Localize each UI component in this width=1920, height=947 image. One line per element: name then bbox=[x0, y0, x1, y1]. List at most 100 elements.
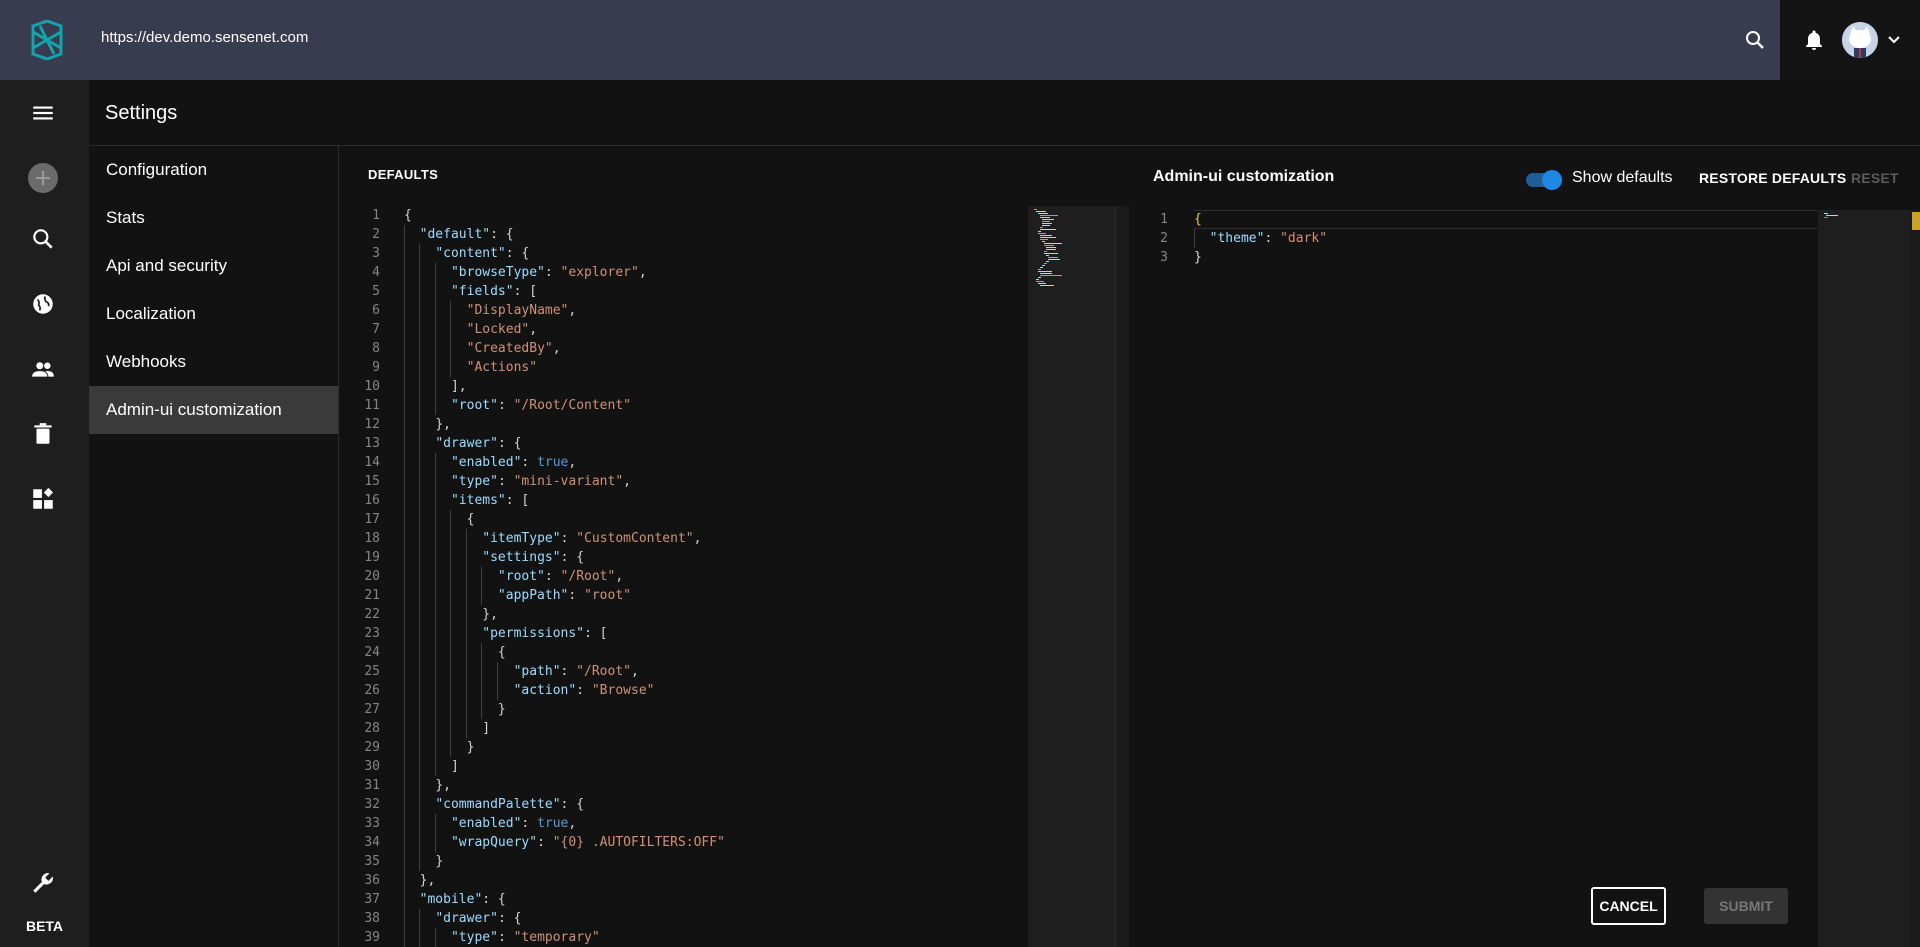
code-line: "Actions" bbox=[404, 358, 725, 377]
code-line: "itemType": "CustomContent", bbox=[404, 529, 725, 548]
bell-icon[interactable] bbox=[1802, 28, 1826, 52]
navigation-rail: BETA bbox=[0, 80, 89, 947]
line-number: 19 bbox=[364, 550, 380, 565]
code-line: { bbox=[1194, 212, 1202, 227]
globe-icon[interactable] bbox=[30, 291, 56, 317]
code-line: "mobile": { bbox=[404, 890, 725, 909]
code-line: }, bbox=[404, 776, 725, 795]
line-number: 23 bbox=[364, 626, 380, 641]
line-number: 9 bbox=[372, 360, 380, 375]
chevron-down-icon[interactable] bbox=[1886, 32, 1902, 48]
reset-button[interactable]: RESET bbox=[1851, 170, 1899, 186]
minimap-line bbox=[1040, 267, 1043, 268]
minimap-line bbox=[1042, 219, 1054, 220]
line-number: 38 bbox=[364, 911, 380, 926]
line-number: 8 bbox=[372, 341, 380, 356]
top-app-bar: https://dev.demo.sensenet.com bbox=[0, 0, 1920, 80]
sensenet-logo-icon[interactable] bbox=[30, 20, 64, 60]
line-number: 6 bbox=[372, 303, 380, 318]
code-line: ] bbox=[404, 757, 725, 776]
line-number: 28 bbox=[364, 721, 380, 736]
show-defaults-label[interactable]: Show defaults bbox=[1572, 169, 1673, 187]
line-number: 12 bbox=[364, 417, 380, 432]
minimap-line bbox=[1038, 231, 1041, 232]
line-number: 36 bbox=[364, 873, 380, 888]
users-icon[interactable] bbox=[30, 356, 56, 382]
show-defaults-toggle[interactable] bbox=[1526, 170, 1562, 190]
customization-scrollbar[interactable] bbox=[1910, 210, 1920, 947]
minimap-line bbox=[1040, 235, 1052, 236]
line-number: 5 bbox=[372, 284, 380, 299]
avatar[interactable] bbox=[1842, 22, 1878, 58]
search-icon[interactable] bbox=[1743, 28, 1767, 52]
line-number: 31 bbox=[364, 778, 380, 793]
settings-nav-item-localization[interactable]: Localization bbox=[89, 290, 338, 338]
minimap-line bbox=[1038, 283, 1046, 284]
minimap-line bbox=[1824, 213, 1828, 214]
line-number: 3 bbox=[372, 246, 380, 261]
minimap-line bbox=[1042, 225, 1050, 226]
minimap-line bbox=[1046, 261, 1049, 262]
search-icon[interactable] bbox=[30, 226, 56, 252]
line-number: 21 bbox=[364, 588, 380, 603]
settings-nav-item-admin-ui-customization[interactable]: Admin-ui customization bbox=[89, 386, 338, 434]
customization-title: Admin-ui customization bbox=[1153, 168, 1335, 185]
defaults-minimap[interactable] bbox=[1028, 206, 1115, 947]
minimap-line bbox=[1044, 263, 1047, 264]
wrench-icon[interactable] bbox=[30, 870, 56, 896]
submit-button[interactable]: SUBMIT bbox=[1704, 888, 1788, 924]
minimap-line bbox=[1824, 217, 1828, 218]
minimap-line bbox=[1038, 271, 1052, 272]
restore-defaults-button[interactable]: RESTORE DEFAULTS bbox=[1699, 170, 1846, 186]
code-lines: { "default": { "content": { "browseType"… bbox=[404, 206, 725, 947]
minimap-line bbox=[1046, 247, 1056, 248]
line-number: 39 bbox=[364, 930, 380, 945]
line-number: 2 bbox=[1160, 231, 1168, 246]
code-line: "enabled": true, bbox=[404, 453, 725, 472]
theme-key: "theme" bbox=[1209, 231, 1265, 246]
minimap-line bbox=[1048, 259, 1060, 260]
settings-nav-item-webhooks[interactable]: Webhooks bbox=[89, 338, 338, 386]
code-line: { bbox=[404, 208, 412, 223]
customization-code-editor[interactable]: 1 2 3 { "theme": "dark" } bbox=[1130, 210, 1818, 270]
repository-url[interactable]: https://dev.demo.sensenet.com bbox=[101, 29, 308, 46]
customization-minimap[interactable] bbox=[1818, 210, 1910, 947]
code-line: { bbox=[404, 643, 725, 662]
line-number-gutter: 1 2 3 bbox=[1130, 210, 1168, 267]
line-number: 27 bbox=[364, 702, 380, 717]
defaults-scrollbar[interactable] bbox=[1115, 206, 1129, 947]
minimap-line bbox=[1046, 255, 1049, 256]
minimap-line bbox=[1042, 265, 1045, 266]
settings-nav-item-configuration[interactable]: Configuration bbox=[89, 146, 338, 194]
line-number: 20 bbox=[364, 569, 380, 584]
defaults-code-editor[interactable]: 1 2 3 4 5 6 7 8 9 10 11 12 13 14 15 16 17 18 19 20 21 22 23 24 2… bbox=[340, 206, 1028, 947]
settings-nav-item-api-security[interactable]: Api and security bbox=[89, 242, 338, 290]
widgets-icon[interactable] bbox=[30, 486, 56, 512]
code-line: "commandPalette": { bbox=[404, 795, 725, 814]
minimap-line bbox=[1040, 237, 1056, 238]
code-line: "action": "Browse" bbox=[404, 681, 725, 700]
minimap-line bbox=[1038, 269, 1041, 270]
trash-icon[interactable] bbox=[30, 421, 56, 447]
theme-value: "dark" bbox=[1280, 231, 1328, 246]
code-line: }, bbox=[404, 415, 725, 434]
line-number: 29 bbox=[364, 740, 380, 755]
line-number: 4 bbox=[372, 265, 380, 280]
code-line: "drawer": { bbox=[404, 434, 725, 453]
line-number: 34 bbox=[364, 835, 380, 850]
line-number: 17 bbox=[364, 512, 380, 527]
code-line: } bbox=[404, 738, 725, 757]
minimap-line bbox=[1040, 273, 1052, 274]
line-number: 25 bbox=[364, 664, 380, 679]
minimap-line bbox=[1040, 275, 1062, 276]
minimap-line bbox=[1040, 227, 1043, 228]
line-number: 18 bbox=[364, 531, 380, 546]
line-number: 30 bbox=[364, 759, 380, 774]
menu-icon[interactable] bbox=[30, 100, 56, 126]
code-line: "default": { bbox=[404, 225, 725, 244]
minimap-line bbox=[1036, 211, 1046, 212]
add-icon[interactable] bbox=[28, 163, 58, 193]
cancel-button[interactable]: CANCEL bbox=[1591, 887, 1666, 925]
scrollbar-marker bbox=[1912, 212, 1920, 230]
settings-nav-item-stats[interactable]: Stats bbox=[89, 194, 338, 242]
